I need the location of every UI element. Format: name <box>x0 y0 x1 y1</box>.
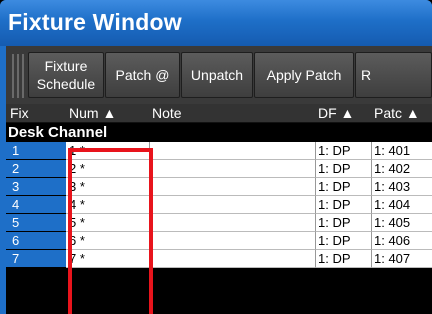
apply-patch-button[interactable]: Apply Patch <box>254 52 354 98</box>
fix-cell[interactable]: 5 <box>6 214 66 232</box>
fix-cell[interactable]: 4 <box>6 196 66 214</box>
num-cell[interactable]: 1 * <box>66 142 150 160</box>
patch-cell[interactable]: 1: 403 <box>372 178 432 196</box>
column-header-fix[interactable]: Fix <box>10 105 64 121</box>
num-cell[interactable]: 5 * <box>66 214 150 232</box>
fixture-window: Fixture Window Fixture Schedule Patch @ … <box>0 0 432 314</box>
patch-cell[interactable]: 1: 405 <box>372 214 432 232</box>
dp-cell[interactable]: 1: DP <box>316 142 372 160</box>
dp-cell[interactable]: 1: DP <box>316 214 372 232</box>
num-cell[interactable]: 2 * <box>66 160 150 178</box>
patch-cell[interactable]: 1: 402 <box>372 160 432 178</box>
grid-header: Fix Num ▲ Note DF ▲ Patc ▲ <box>6 104 432 123</box>
num-cell[interactable]: 4 * <box>66 196 150 214</box>
toolbar-grip-handle[interactable] <box>12 54 26 98</box>
note-cell[interactable] <box>150 160 316 178</box>
num-cell[interactable]: 6 * <box>66 232 150 250</box>
note-cell[interactable] <box>150 250 316 268</box>
note-cell[interactable] <box>150 196 316 214</box>
title-bar[interactable]: Fixture Window <box>0 0 432 46</box>
table-row[interactable]: 4 4 * 1: DP 1: 404 <box>6 196 432 214</box>
patch-cell[interactable]: 1: 407 <box>372 250 432 268</box>
table-row[interactable]: 5 5 * 1: DP 1: 405 <box>6 214 432 232</box>
dp-cell[interactable]: 1: DP <box>316 178 372 196</box>
toolbar: Fixture Schedule Patch @ Unpatch Apply P… <box>6 46 432 104</box>
fix-cell[interactable]: 7 <box>6 250 66 268</box>
table-row[interactable]: 7 7 * 1: DP 1: 407 <box>6 250 432 268</box>
fixture-grid: Fix Num ▲ Note DF ▲ Patc ▲ Desk Channel … <box>6 104 432 314</box>
patch-cell[interactable]: 1: 401 <box>372 142 432 160</box>
patch-cell[interactable]: 1: 406 <box>372 232 432 250</box>
dp-cell[interactable]: 1: DP <box>316 250 372 268</box>
num-cell[interactable]: 7 * <box>66 250 150 268</box>
dp-cell[interactable]: 1: DP <box>316 160 372 178</box>
window-title: Fixture Window <box>8 9 182 35</box>
dp-cell[interactable]: 1: DP <box>316 232 372 250</box>
column-header-patch[interactable]: Patc ▲ <box>374 105 432 121</box>
fix-cell[interactable]: 6 <box>6 232 66 250</box>
num-cell[interactable]: 3 * <box>66 178 150 196</box>
column-header-dp[interactable]: DF ▲ <box>318 105 370 121</box>
unpatch-button[interactable]: Unpatch <box>181 52 253 98</box>
table-row[interactable]: 1 1 * 1: DP 1: 401 <box>6 142 432 160</box>
group-header-desk-channel[interactable]: Desk Channel <box>6 123 432 142</box>
note-cell[interactable] <box>150 142 316 160</box>
fix-cell[interactable]: 2 <box>6 160 66 178</box>
table-row[interactable]: 2 2 * 1: DP 1: 402 <box>6 160 432 178</box>
column-header-num[interactable]: Num ▲ <box>69 105 147 121</box>
table-row[interactable]: 6 6 * 1: DP 1: 406 <box>6 232 432 250</box>
fix-cell[interactable]: 3 <box>6 178 66 196</box>
overflow-button[interactable]: R <box>355 52 432 98</box>
column-header-note[interactable]: Note <box>152 105 312 121</box>
note-cell[interactable] <box>150 214 316 232</box>
patch-cell[interactable]: 1: 404 <box>372 196 432 214</box>
fix-cell[interactable]: 1 <box>6 142 66 160</box>
note-cell[interactable] <box>150 232 316 250</box>
table-row[interactable]: 3 3 * 1: DP 1: 403 <box>6 178 432 196</box>
patch-at-button[interactable]: Patch @ <box>105 52 180 98</box>
dp-cell[interactable]: 1: DP <box>316 196 372 214</box>
fixture-schedule-button[interactable]: Fixture Schedule <box>28 52 104 98</box>
note-cell[interactable] <box>150 178 316 196</box>
